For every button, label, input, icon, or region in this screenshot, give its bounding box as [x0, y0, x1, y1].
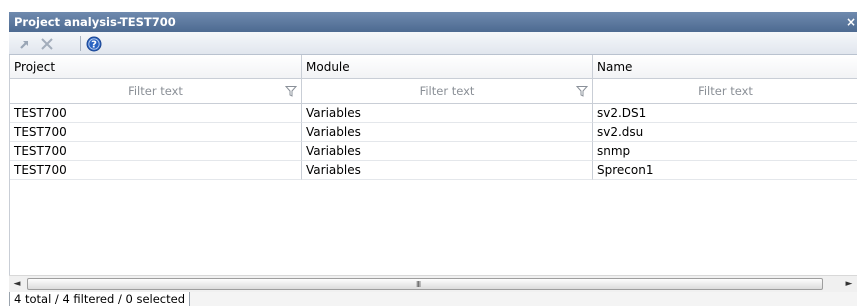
goto-arrow-icon[interactable] — [16, 35, 34, 52]
cell-project: TEST700 — [10, 123, 302, 142]
toolbar: ? — [9, 32, 857, 55]
cell-project: TEST700 — [10, 104, 302, 123]
table-row[interactable]: TEST700 Variables snmp — [10, 142, 857, 161]
cell-name: Sprecon1 — [593, 161, 857, 180]
cell-module: Variables — [302, 104, 593, 123]
filter-input-project[interactable]: Filter text — [128, 84, 183, 98]
status-text: 4 total / 4 filtered / 0 selected — [9, 292, 191, 306]
cell-module: Variables — [302, 123, 593, 142]
filter-input-module[interactable]: Filter text — [420, 84, 475, 98]
scroll-right-icon[interactable]: ► — [841, 276, 857, 292]
cell-name: snmp — [593, 142, 857, 161]
cell-module: Variables — [302, 161, 593, 180]
cell-name: sv2.dsu — [593, 123, 857, 142]
table-row[interactable]: TEST700 Variables sv2.DS1 — [10, 104, 857, 123]
column-header-project[interactable]: Project — [10, 55, 302, 79]
cell-project: TEST700 — [10, 161, 302, 180]
table-row[interactable]: TEST700 Variables sv2.dsu — [10, 123, 857, 142]
column-header-module[interactable]: Module — [302, 55, 593, 79]
scrollbar-thumb[interactable]: III — [27, 278, 823, 290]
funnel-icon[interactable] — [285, 85, 297, 97]
filter-cell-module[interactable]: Filter text — [302, 79, 593, 104]
filter-row: Filter text Filter text Filter text — [10, 79, 857, 104]
cell-name: sv2.DS1 — [593, 104, 857, 123]
results-table: Project Module Name Filter text Filter t… — [9, 55, 857, 275]
title-bar: Project analysis-TEST700 × — [9, 12, 857, 32]
filter-cell-name[interactable]: Filter text — [593, 79, 857, 104]
svg-text:?: ? — [91, 39, 97, 50]
status-bar: 4 total / 4 filtered / 0 selected — [9, 292, 857, 306]
cell-project: TEST700 — [10, 142, 302, 161]
cell-module: Variables — [302, 142, 593, 161]
funnel-icon[interactable] — [576, 85, 588, 97]
window-title: Project analysis-TEST700 — [14, 15, 176, 29]
toolbar-separator — [80, 36, 81, 51]
filter-cell-project[interactable]: Filter text — [10, 79, 302, 104]
delete-x-icon[interactable] — [38, 35, 56, 52]
help-icon[interactable]: ? — [85, 35, 103, 52]
project-analysis-panel: Project analysis-TEST700 × ? Project Mod… — [9, 12, 857, 306]
horizontal-scrollbar[interactable]: ◄ III ► — [9, 275, 857, 292]
column-header-name[interactable]: Name — [593, 55, 857, 79]
close-icon[interactable]: × — [846, 12, 857, 32]
header-row: Project Module Name — [10, 55, 857, 79]
filter-input-name[interactable]: Filter text — [698, 84, 753, 98]
scrollbar-grip-icon: III — [416, 280, 421, 289]
scroll-left-icon[interactable]: ◄ — [9, 276, 25, 292]
table-row[interactable]: TEST700 Variables Sprecon1 — [10, 161, 857, 180]
